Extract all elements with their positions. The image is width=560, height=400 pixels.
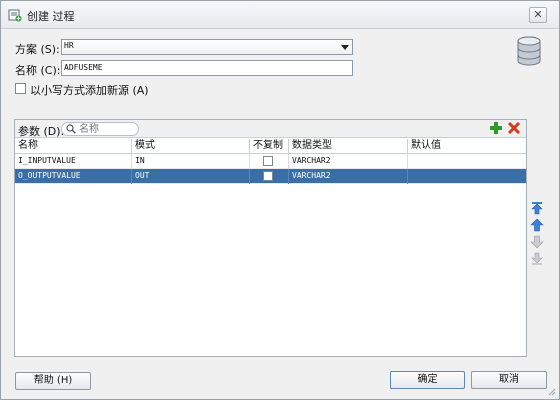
help-button[interactable]: 帮助 (H) <box>15 372 91 390</box>
column-nocopy[interactable]: 不复制 <box>250 139 289 154</box>
resize-grip-icon[interactable] <box>547 387 556 396</box>
create-procedure-icon <box>8 9 22 22</box>
lowercase-checkbox[interactable] <box>15 83 26 94</box>
reorder-controls <box>530 201 544 269</box>
search-input[interactable] <box>79 123 135 135</box>
param-mode-cell[interactable]: IN <box>132 154 250 169</box>
parameters-table: 名称 模式 不复制 数据类型 默认值 I_INPUTVALUE IN VARCH… <box>15 139 526 184</box>
ok-button[interactable]: 确定 <box>390 371 465 389</box>
close-icon: ✕ <box>533 8 543 21</box>
param-nocopy-cell <box>250 154 289 169</box>
column-datatype[interactable]: 数据类型 <box>289 139 408 154</box>
parameter-search[interactable] <box>61 122 139 136</box>
nocopy-checkbox[interactable] <box>263 156 273 166</box>
schema-value: HR <box>64 41 74 50</box>
param-mode-cell[interactable]: OUT <box>132 169 250 184</box>
param-name-cell[interactable]: O_OUTPUTVALUE <box>15 169 132 184</box>
close-button[interactable]: ✕ <box>529 7 547 23</box>
param-type-cell[interactable]: VARCHAR2 <box>289 154 408 169</box>
move-bottom-icon[interactable] <box>530 252 544 266</box>
lowercase-label: 以小写方式添加新源 (A) <box>30 84 149 97</box>
parameters-panel: 参数 (D): 名称 模式 不复制 数据类型 <box>14 119 527 357</box>
move-down-icon[interactable] <box>530 235 544 249</box>
param-nocopy-cell <box>250 169 289 184</box>
nocopy-checkbox[interactable] <box>263 171 273 181</box>
param-default-cell[interactable] <box>408 169 526 184</box>
table-row[interactable]: I_INPUTVALUE IN VARCHAR2 <box>15 154 526 169</box>
database-icon <box>517 36 541 66</box>
create-procedure-dialog: 创建 过程 ✕ 方案 (S): HR 名称 (C): ADFUSEME 以小写方… <box>0 0 560 400</box>
table-header: 名称 模式 不复制 数据类型 默认值 <box>15 139 526 154</box>
column-default[interactable]: 默认值 <box>408 139 526 154</box>
param-name-cell[interactable]: I_INPUTVALUE <box>15 154 132 169</box>
cancel-button[interactable]: 取消 <box>471 371 547 389</box>
search-icon <box>66 124 76 134</box>
name-value: ADFUSEME <box>64 63 103 72</box>
schema-select[interactable]: HR <box>61 39 353 55</box>
move-up-icon[interactable] <box>530 218 544 232</box>
name-label: 名称 (C): <box>15 64 61 77</box>
schema-label: 方案 (S): <box>15 43 60 56</box>
column-mode[interactable]: 模式 <box>132 139 250 154</box>
name-input[interactable]: ADFUSEME <box>61 60 353 76</box>
table-row[interactable]: O_OUTPUTVALUE OUT VARCHAR2 <box>15 169 526 184</box>
param-type-cell[interactable]: VARCHAR2 <box>289 169 408 184</box>
param-default-cell[interactable] <box>408 154 526 169</box>
parameters-label: 参数 (D): <box>18 125 65 138</box>
add-parameter-button[interactable] <box>489 121 503 135</box>
dialog-title: 创建 过程 <box>27 10 75 23</box>
parameters-toolbar: 参数 (D): <box>15 120 526 138</box>
move-top-icon[interactable] <box>530 201 544 215</box>
chevron-down-icon <box>341 45 349 50</box>
delete-parameter-button[interactable] <box>507 121 521 135</box>
column-name[interactable]: 名称 <box>15 139 132 154</box>
title-bar: 创建 过程 ✕ <box>1 1 559 29</box>
